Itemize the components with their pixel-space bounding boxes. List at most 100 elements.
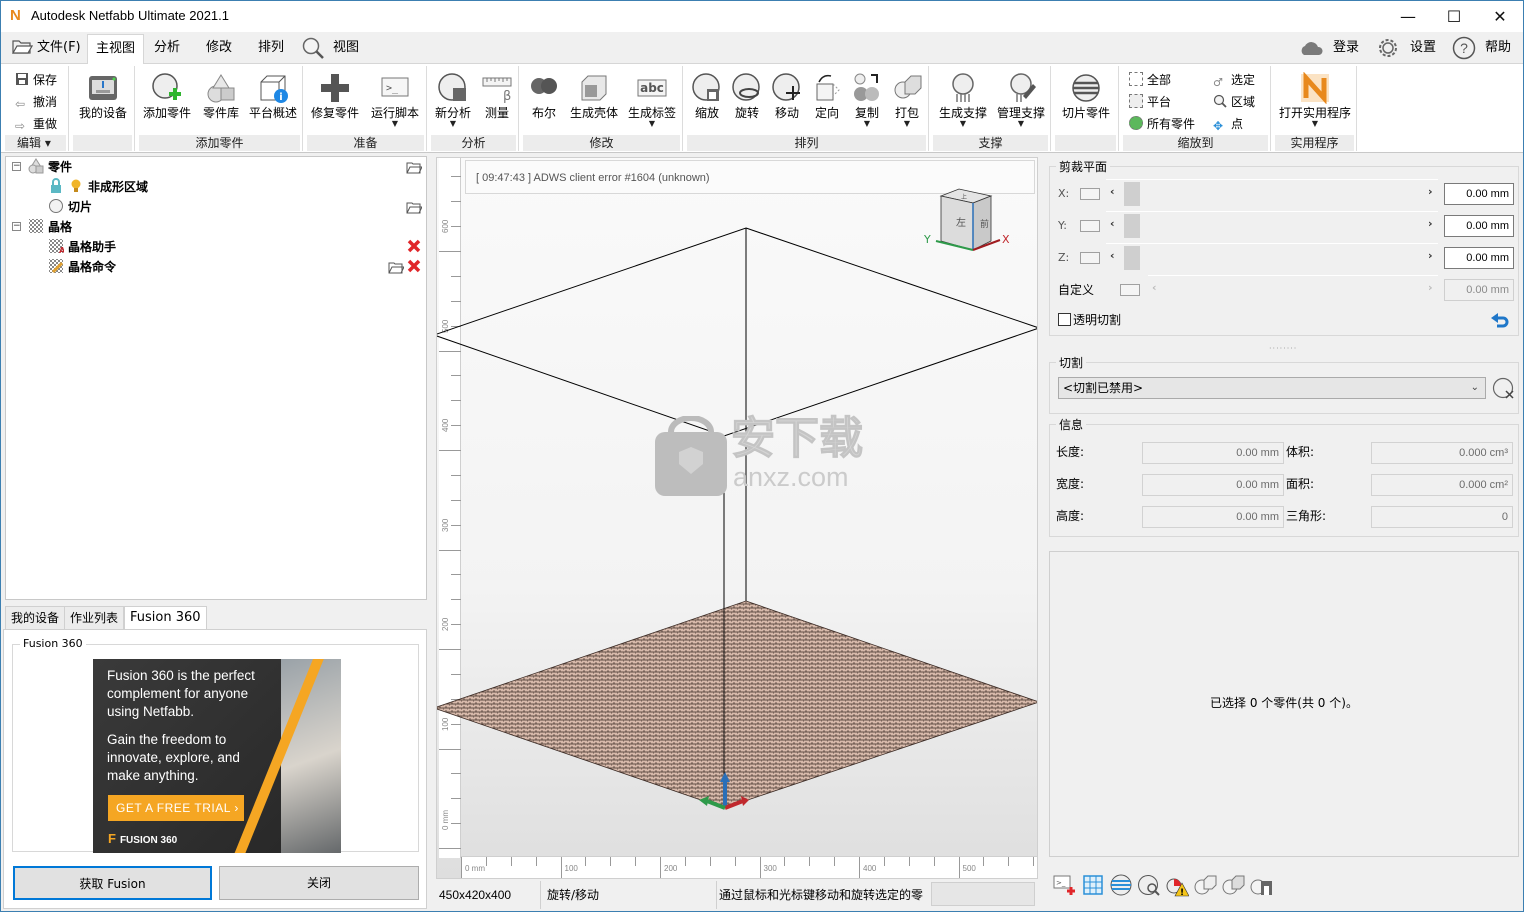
tree-item-non-build-area[interactable]: 非成形区域 bbox=[48, 177, 148, 197]
clip-slider-right-arrow[interactable]: › bbox=[1428, 249, 1433, 262]
delete-icon[interactable] bbox=[407, 239, 421, 255]
tab-my-devices[interactable]: 我的设备 bbox=[5, 606, 66, 630]
add-part-button[interactable]: 添加零件 bbox=[141, 72, 193, 120]
pack-button[interactable]: 打包 ▼ bbox=[887, 72, 927, 128]
slice-stack-icon[interactable] bbox=[1109, 873, 1133, 897]
clip-color-box[interactable] bbox=[1080, 252, 1100, 264]
measure-button[interactable]: β 测量 bbox=[477, 72, 517, 120]
lattice-cube-icon[interactable] bbox=[1081, 873, 1105, 897]
zoom-point-button[interactable]: ✥ 点 bbox=[1213, 114, 1243, 134]
open-utilities-button[interactable]: 打开实用程序 ▼ bbox=[1275, 72, 1355, 128]
zoom-all-parts-button[interactable]: 所有零件 bbox=[1129, 114, 1195, 134]
tab-view[interactable]: 视图 bbox=[325, 34, 367, 64]
shell-button[interactable]: 生成壳体 bbox=[567, 72, 621, 120]
clip-slider-right-arrow[interactable]: › bbox=[1428, 217, 1433, 230]
label-button[interactable]: abc 生成标签 ▼ bbox=[625, 72, 679, 128]
cutting-select[interactable]: <切割已禁用> ⌄ bbox=[1058, 377, 1486, 399]
save-button[interactable]: 保存 bbox=[15, 70, 57, 90]
orient-button[interactable]: 定向 bbox=[807, 72, 847, 120]
tree-item-slices[interactable]: 切片 bbox=[48, 197, 92, 217]
free-trial-button[interactable]: GET A FREE TRIAL › bbox=[108, 795, 244, 821]
clip-value-input[interactable]: 0.00 mm bbox=[1444, 247, 1514, 269]
clip-color-box[interactable] bbox=[1120, 284, 1140, 296]
warning-part-icon[interactable]: ! bbox=[1165, 873, 1189, 897]
scale-button[interactable]: 缩放 bbox=[687, 72, 727, 120]
clip-color-box[interactable] bbox=[1080, 220, 1100, 232]
search-icon[interactable] bbox=[301, 36, 325, 60]
clip-slider-right-arrow[interactable]: › bbox=[1428, 281, 1433, 294]
script-add-icon[interactable]: >_ bbox=[1053, 873, 1077, 897]
move-button[interactable]: 移动 bbox=[767, 72, 807, 120]
repair-part-button[interactable]: 修复零件 bbox=[309, 72, 361, 120]
rotate-button[interactable]: 旋转 bbox=[727, 72, 767, 120]
minimize-button[interactable]: — bbox=[1385, 1, 1431, 32]
clip-slider-track[interactable] bbox=[1106, 179, 1438, 209]
splitter-handle[interactable]: ········ bbox=[1269, 344, 1297, 353]
transparent-cut-checkbox[interactable] bbox=[1058, 313, 1071, 326]
tab-modify[interactable]: 修改 bbox=[198, 34, 240, 64]
zoom-selected-button[interactable]: ♂ 选定 bbox=[1213, 70, 1255, 90]
help-link[interactable]: 帮助 bbox=[1485, 36, 1511, 60]
split-icon[interactable] bbox=[1221, 873, 1245, 897]
close-panel-button[interactable]: 关闭 bbox=[219, 866, 419, 900]
fusion-ad-banner[interactable]: Fusion 360 is the perfect complement for… bbox=[93, 659, 341, 853]
folder-open-icon[interactable] bbox=[406, 160, 422, 176]
tab-home[interactable]: 主视图 bbox=[87, 34, 145, 65]
new-analysis-button[interactable]: 新分析 ▼ bbox=[431, 72, 475, 128]
transparent-cut-option[interactable]: 透明切割 bbox=[1058, 312, 1121, 328]
duplicate-button[interactable]: 复制 ▼ bbox=[847, 72, 887, 128]
redo-button[interactable]: ⇨ 重做 bbox=[15, 114, 57, 134]
merge-icon[interactable] bbox=[1193, 873, 1217, 897]
clip-slider-track[interactable] bbox=[1106, 243, 1438, 273]
expander-parts[interactable]: − bbox=[12, 162, 21, 171]
platform-overview-button[interactable]: i 平台概述 bbox=[247, 72, 299, 120]
expander-lattice[interactable]: − bbox=[12, 222, 21, 231]
3d-viewport[interactable]: 0 mm 100 200 300 400 500 600 0 mm 100 200 300 400 5… bbox=[436, 157, 1038, 879]
tab-analysis[interactable]: 分析 bbox=[146, 34, 188, 64]
export-icon[interactable] bbox=[1249, 873, 1273, 897]
settings-link[interactable]: 设置 bbox=[1410, 36, 1436, 60]
undo-button[interactable]: ⇦ 撤消 bbox=[15, 92, 57, 112]
close-window-button[interactable]: ✕ bbox=[1477, 1, 1523, 32]
folder-open-icon[interactable] bbox=[406, 200, 422, 216]
tab-arrange[interactable]: 排列 bbox=[250, 34, 292, 64]
delete-icon[interactable] bbox=[407, 259, 421, 275]
tree-item-lattice-command[interactable]: 晶格命令 bbox=[48, 257, 116, 277]
view-cube-top[interactable]: 上 bbox=[961, 193, 967, 201]
zoom-platform-button[interactable]: 平台 bbox=[1129, 92, 1171, 112]
part-library-button[interactable]: 零件库 bbox=[199, 72, 243, 120]
run-script-button[interactable]: >_ 运行脚本 ▼ bbox=[367, 72, 423, 128]
get-fusion-button[interactable]: 获取 Fusion bbox=[13, 866, 212, 900]
clip-value-input[interactable]: 0.00 mm bbox=[1444, 215, 1514, 237]
maximize-button[interactable]: ☐ bbox=[1431, 1, 1477, 32]
boolean-button[interactable]: 布尔 bbox=[523, 72, 565, 120]
tree-item-parts[interactable]: 零件 bbox=[28, 157, 72, 177]
tab-job-list[interactable]: 作业列表 bbox=[64, 606, 125, 630]
edit-group-label[interactable]: 编辑 ▾ bbox=[5, 135, 66, 151]
reset-clipping-icon[interactable] bbox=[1490, 311, 1512, 329]
clip-slider-track[interactable] bbox=[1106, 211, 1438, 241]
file-menu[interactable]: 文件(F) bbox=[3, 34, 89, 64]
manage-support-button[interactable]: 管理支撑 ▼ bbox=[993, 72, 1049, 128]
view-cube-front[interactable]: 前 bbox=[980, 218, 989, 230]
clip-color-box[interactable] bbox=[1080, 188, 1100, 200]
zoom-region-button[interactable]: 区域 bbox=[1213, 92, 1255, 112]
view-cube-left[interactable]: 左 bbox=[956, 216, 966, 229]
login-link[interactable]: 登录 bbox=[1333, 36, 1359, 60]
generate-support-button[interactable]: 生成支撑 ▼ bbox=[935, 72, 991, 128]
help-icon[interactable]: ? bbox=[1451, 35, 1477, 61]
my-devices-button[interactable]: 我的设备 bbox=[77, 72, 129, 120]
zoom-all-button[interactable]: 全部 bbox=[1129, 70, 1171, 90]
tree-item-lattice-assistant[interactable]: A 晶格助手 bbox=[48, 237, 116, 257]
gear-icon[interactable] bbox=[1375, 35, 1401, 61]
cut-scissors-icon[interactable] bbox=[1492, 377, 1516, 401]
tree-item-lattice[interactable]: 晶格 bbox=[28, 217, 72, 237]
clip-slider-track[interactable] bbox=[1148, 275, 1438, 305]
inspect-icon[interactable] bbox=[1137, 873, 1161, 897]
slice-part-button[interactable]: 切片零件 bbox=[1059, 72, 1113, 120]
folder-open-icon[interactable] bbox=[388, 260, 404, 276]
lightbulb-icon[interactable] bbox=[68, 178, 84, 194]
clip-value-input[interactable]: 0.00 mm bbox=[1444, 183, 1514, 205]
view-cube[interactable]: 左 前 上 Y X bbox=[922, 186, 1032, 261]
clip-slider-right-arrow[interactable]: › bbox=[1428, 185, 1433, 198]
